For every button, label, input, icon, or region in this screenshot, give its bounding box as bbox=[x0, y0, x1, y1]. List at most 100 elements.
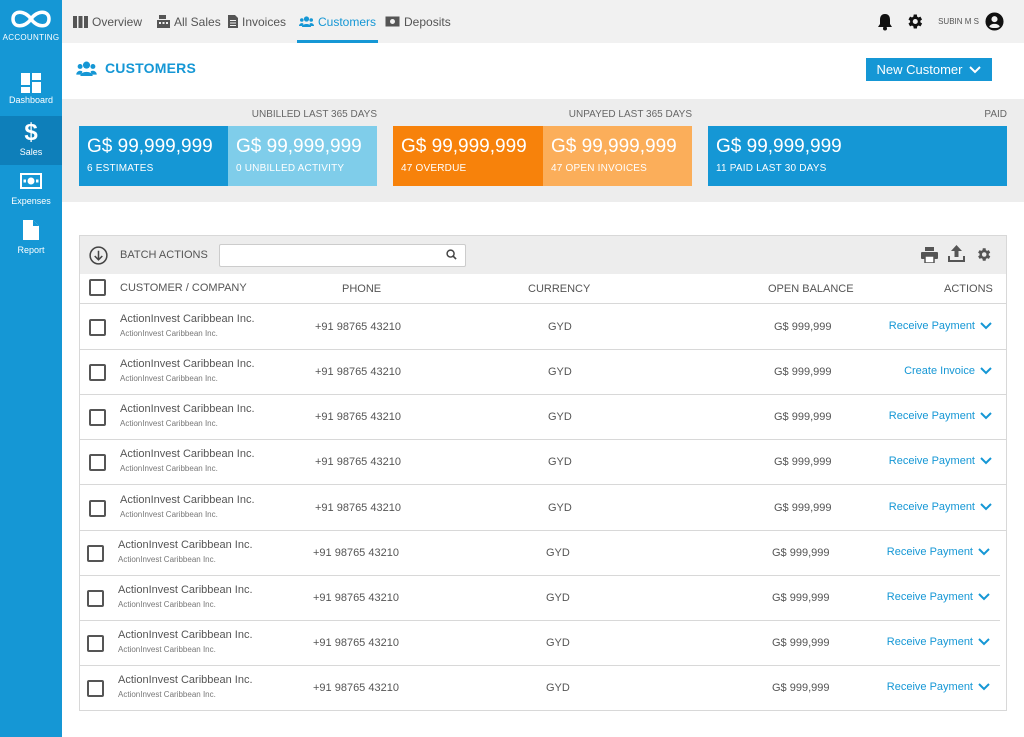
customer-name[interactable]: ActionInvest Caribbean Inc. bbox=[120, 494, 255, 506]
customer-phone: +91 98765 43210 bbox=[315, 502, 401, 514]
row-action-label: Receive Payment bbox=[888, 501, 975, 513]
new-customer-button[interactable]: New Customer bbox=[866, 58, 992, 81]
chevron-down-icon[interactable] bbox=[980, 322, 992, 330]
sidebar-item-label: Dashboard bbox=[8, 95, 54, 105]
customer-name[interactable]: ActionInvest Caribbean Inc. bbox=[120, 448, 255, 460]
row-checkbox[interactable] bbox=[89, 409, 106, 426]
open-balance: G$ 999,999 bbox=[772, 547, 830, 559]
row-checkbox[interactable] bbox=[89, 500, 106, 517]
row-action-label: Receive Payment bbox=[886, 681, 973, 693]
columns-icon bbox=[73, 15, 88, 28]
customer-name[interactable]: ActionInvest Caribbean Inc. bbox=[120, 313, 255, 325]
table-header: CUSTOMER / COMPANY PHONE CURRENCY OPEN B… bbox=[80, 274, 1006, 304]
row-checkbox[interactable] bbox=[87, 590, 104, 607]
header-currency[interactable]: CURRENCY bbox=[528, 283, 590, 295]
select-all-checkbox[interactable] bbox=[89, 279, 106, 296]
chevron-down-icon[interactable] bbox=[978, 638, 990, 646]
table-row[interactable]: ActionInvest Caribbean Inc. ActionInvest … bbox=[80, 576, 1000, 621]
user-name[interactable]: SUBIN M S bbox=[938, 17, 979, 26]
row-action-button[interactable]: Receive Payment bbox=[887, 636, 990, 648]
row-checkbox[interactable] bbox=[89, 364, 106, 381]
row-action-button[interactable]: Receive Payment bbox=[889, 501, 992, 513]
invoice-icon bbox=[228, 15, 238, 28]
table-row[interactable]: ActionInvest Caribbean Inc. ActionInvest … bbox=[80, 486, 1006, 531]
row-checkbox[interactable] bbox=[89, 319, 106, 336]
customer-phone: +91 98765 43210 bbox=[313, 592, 399, 604]
table-row[interactable]: ActionInvest Caribbean Inc. ActionInvest … bbox=[80, 395, 1006, 440]
tab-overview[interactable]: Overview bbox=[73, 0, 142, 43]
customer-phone: +91 98765 43210 bbox=[315, 411, 401, 423]
customer-company: ActionInvest Caribbean Inc. bbox=[118, 600, 216, 609]
open-balance: G$ 999,999 bbox=[774, 321, 832, 333]
sidebar-item-report[interactable]: Report bbox=[0, 218, 62, 258]
row-action-button[interactable]: Receive Payment bbox=[889, 455, 992, 467]
row-action-button[interactable]: Receive Payment bbox=[889, 410, 992, 422]
card-subtitle: 6 ESTIMATES bbox=[87, 163, 154, 174]
sidebar-item-sales[interactable]: $ Sales bbox=[0, 116, 62, 165]
chevron-down-icon bbox=[969, 65, 982, 73]
row-checkbox[interactable] bbox=[87, 680, 104, 697]
customer-company: ActionInvest Caribbean Inc. bbox=[120, 329, 218, 338]
circle-arrow-down-icon[interactable] bbox=[89, 246, 108, 265]
row-checkbox[interactable] bbox=[87, 635, 104, 652]
batch-actions-label[interactable]: BATCH ACTIONS bbox=[120, 249, 208, 261]
customer-name[interactable]: ActionInvest Caribbean Inc. bbox=[120, 358, 255, 370]
export-icon[interactable] bbox=[948, 245, 965, 263]
row-action-button[interactable]: Receive Payment bbox=[887, 591, 990, 603]
table-row[interactable]: ActionInvest Caribbean Inc. ActionInvest … bbox=[80, 350, 1006, 395]
chevron-down-icon[interactable] bbox=[978, 548, 990, 556]
header-open-balance[interactable]: OPEN BALANCE bbox=[768, 283, 854, 295]
chevron-down-icon[interactable] bbox=[980, 412, 992, 420]
row-action-button[interactable]: Receive Payment bbox=[887, 546, 990, 558]
user-avatar-icon[interactable] bbox=[985, 12, 1004, 31]
summary-card-overdue[interactable]: G$ 99,999,999 47 OVERDUE bbox=[393, 126, 543, 186]
search-icon[interactable] bbox=[446, 249, 457, 260]
customer-name[interactable]: ActionInvest Caribbean Inc. bbox=[118, 584, 253, 596]
card-amount: G$ 99,999,999 bbox=[236, 136, 362, 157]
tab-all-sales[interactable]: All Sales bbox=[157, 0, 221, 43]
search-input[interactable] bbox=[219, 244, 466, 267]
header-phone[interactable]: PHONE bbox=[342, 283, 381, 295]
sidebar-item-dashboard[interactable]: Dashboard bbox=[0, 66, 62, 114]
tab-customers[interactable]: Customers bbox=[296, 0, 379, 43]
customer-name[interactable]: ActionInvest Caribbean Inc. bbox=[120, 403, 255, 415]
print-icon[interactable] bbox=[921, 247, 938, 263]
chevron-down-icon[interactable] bbox=[980, 457, 992, 465]
summary-card-unbilled[interactable]: G$ 99,999,999 0 UNBILLED ACTIVITY bbox=[228, 126, 377, 186]
row-action-button[interactable]: Receive Payment bbox=[887, 681, 990, 693]
app-logo[interactable]: ACCOUNTING bbox=[0, 6, 62, 42]
gear-icon[interactable] bbox=[905, 12, 924, 31]
row-action-button[interactable]: Receive Payment bbox=[889, 320, 992, 332]
customer-currency: GYD bbox=[546, 547, 570, 559]
chevron-down-icon[interactable] bbox=[980, 367, 992, 375]
chevron-down-icon[interactable] bbox=[978, 593, 990, 601]
row-action-button[interactable]: Create Invoice bbox=[904, 365, 992, 377]
tab-invoices[interactable]: Invoices bbox=[228, 0, 286, 43]
sidebar-item-label: Expenses bbox=[11, 196, 51, 206]
customer-name[interactable]: ActionInvest Caribbean Inc. bbox=[118, 629, 253, 641]
table-row[interactable]: ActionInvest Caribbean Inc. ActionInvest … bbox=[80, 666, 1000, 711]
customer-phone: +91 98765 43210 bbox=[315, 366, 401, 378]
sidebar-item-expenses[interactable]: Expenses bbox=[0, 168, 62, 208]
chevron-down-icon[interactable] bbox=[980, 503, 992, 511]
header-customer[interactable]: CUSTOMER / COMPANY bbox=[120, 282, 247, 294]
row-checkbox[interactable] bbox=[89, 454, 106, 471]
summary-card-open-invoices[interactable]: G$ 99,999,999 47 OPEN INVOICES bbox=[543, 126, 692, 186]
customer-name[interactable]: ActionInvest Caribbean Inc. bbox=[118, 539, 253, 551]
summary-card-estimates[interactable]: G$ 99,999,999 6 ESTIMATES bbox=[79, 126, 228, 186]
table-row[interactable]: ActionInvest Caribbean Inc. ActionInvest … bbox=[80, 440, 1006, 485]
table-row[interactable]: ActionInvest Caribbean Inc. ActionInvest … bbox=[80, 305, 1006, 350]
chevron-down-icon[interactable] bbox=[978, 683, 990, 691]
customer-name[interactable]: ActionInvest Caribbean Inc. bbox=[118, 674, 253, 686]
card-subtitle: 47 OPEN INVOICES bbox=[551, 163, 648, 174]
row-checkbox[interactable] bbox=[87, 545, 104, 562]
tab-deposits[interactable]: Deposits bbox=[385, 0, 451, 43]
page-title-text: CUSTOMERS bbox=[105, 60, 196, 76]
customer-company: ActionInvest Caribbean Inc. bbox=[118, 645, 216, 654]
table-row[interactable]: ActionInvest Caribbean Inc. ActionInvest … bbox=[80, 621, 1000, 666]
summary-card-paid[interactable]: G$ 99,999,999 11 PAID LAST 30 DAYS bbox=[708, 126, 1007, 186]
settings-gear-icon[interactable] bbox=[975, 246, 992, 263]
tab-label: Overview bbox=[92, 14, 143, 29]
bell-icon[interactable] bbox=[877, 13, 893, 31]
table-row[interactable]: ActionInvest Caribbean Inc. ActionInvest … bbox=[80, 531, 1000, 576]
